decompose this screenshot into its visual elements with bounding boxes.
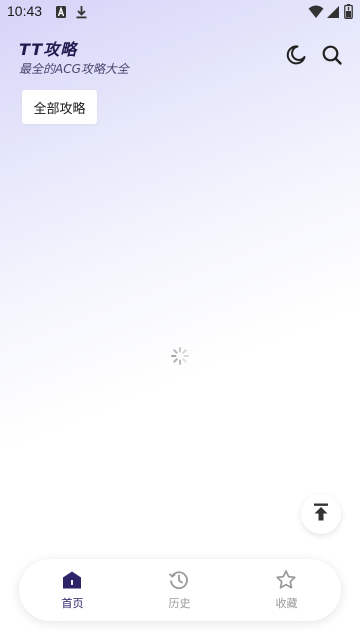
dark-mode-button[interactable] bbox=[284, 45, 308, 69]
cellular-signal-icon bbox=[326, 4, 340, 23]
all-guides-filter-chip[interactable]: 全部攻略 bbox=[22, 90, 97, 124]
gesture-bar bbox=[0, 636, 360, 640]
status-time: 10:43 bbox=[7, 3, 43, 19]
battery-icon bbox=[344, 4, 353, 23]
nav-label-home: 首页 bbox=[61, 597, 84, 610]
nav-label-history: 历史 bbox=[168, 597, 191, 610]
nav-item-home[interactable]: 首页 bbox=[19, 559, 126, 621]
nav-item-history[interactable]: 历史 bbox=[126, 559, 233, 621]
nav-item-favorites[interactable]: 收藏 bbox=[233, 559, 340, 621]
status-bar: 10:43 bbox=[0, 0, 360, 24]
app-subtitle: 最全的ACG攻略大全 bbox=[19, 62, 129, 76]
loading-spinner-icon bbox=[170, 346, 190, 366]
a-notification-icon bbox=[55, 4, 67, 23]
app-title: TT攻略 bbox=[19, 40, 78, 59]
moon-icon bbox=[285, 44, 307, 70]
history-icon bbox=[168, 569, 190, 591]
app-header: TT攻略 最全的ACG攻略大全 bbox=[0, 30, 360, 86]
star-icon bbox=[275, 569, 297, 591]
bottom-navigation: 首页 历史 收藏 bbox=[19, 559, 341, 621]
search-icon bbox=[321, 44, 343, 70]
wifi-icon bbox=[308, 4, 324, 23]
back-to-top-button[interactable] bbox=[301, 494, 341, 534]
home-icon bbox=[61, 569, 83, 591]
search-button[interactable] bbox=[320, 45, 344, 69]
download-icon bbox=[75, 4, 88, 23]
arrow-up-to-line-icon bbox=[311, 502, 331, 526]
nav-label-favorites: 收藏 bbox=[275, 597, 298, 610]
